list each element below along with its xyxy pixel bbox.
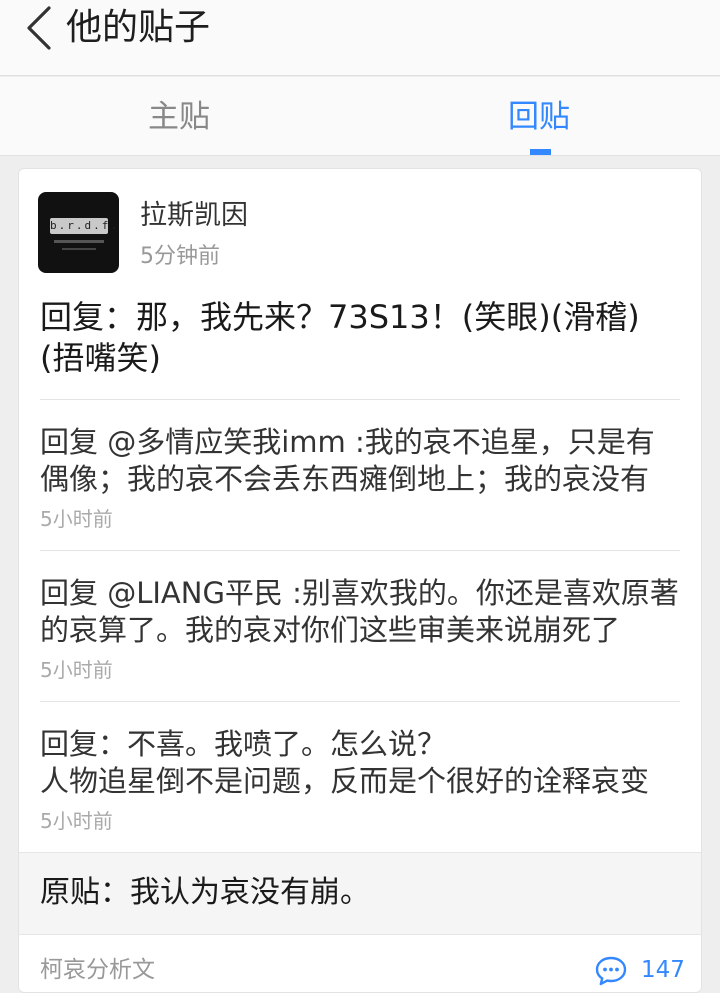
sub-reply-item[interactable]: 回复：不喜。我喷了。怎么说？ 人物追星倒不是问题，反而是个很好的诠释哀变 5小时… [40,726,680,834]
reply-content[interactable]: 回复：那，我先来？73S13！(笑眼)(滑稽)(捂嘴笑) [40,297,680,379]
avatar-decoration [54,240,104,243]
page-title: 他的贴子 [66,7,211,48]
username[interactable]: 拉斯凯因 [140,199,248,233]
sub-reply-text: 回复：不喜。我喷了。怎么说？ 人物追星倒不是问题，反而是个很好的诠释哀变 [40,727,650,798]
post-time: 5分钟前 [140,244,220,269]
sub-reply-time: 5小时前 [40,658,113,682]
original-post-link[interactable]: 原贴：我认为哀没有崩。 [19,852,701,935]
comment-bubble-icon[interactable] [594,955,628,987]
sub-reply-item[interactable]: 回复 @多情应笑我imm :我的哀不追星，只是有偶像；我的哀不会丢东西瘫倒地上；… [40,424,680,532]
avatar[interactable]: b.r.d.f. [38,192,119,273]
tab-main-posts[interactable]: 主贴 [148,97,210,137]
sub-reply-text: 回复 @LIANG平民 :别喜欢我的。你还是喜欢原著的哀算了。我的哀对你们这些审… [40,576,679,647]
forum-name[interactable]: 柯哀分析文 [40,955,155,985]
active-tab-indicator [530,149,551,155]
reply-card[interactable]: b.r.d.f. 拉斯凯因 5分钟前 回复：那，我先来？73S13！(笑眼)(滑… [18,168,702,993]
comment-count: 147 [641,957,685,983]
avatar-decoration [62,248,96,250]
sub-reply-item[interactable]: 回复 @LIANG平民 :别喜欢我的。你还是喜欢原著的哀算了。我的哀对你们这些审… [40,575,680,683]
divider [40,550,680,551]
sub-reply-text: 回复 @多情应笑我imm :我的哀不追星，只是有偶像；我的哀不会丢东西瘫倒地上；… [40,425,655,496]
avatar-logo-band: b.r.d.f. [50,218,119,234]
sub-reply-time: 5小时前 [40,809,113,833]
divider [40,399,680,400]
original-post-text: 原贴：我认为哀没有崩。 [40,875,370,910]
divider [40,701,680,702]
tab-bar: 主贴 回贴 [0,77,720,156]
back-button[interactable] [18,6,62,50]
top-bar: 他的贴子 [0,0,720,76]
sub-reply-time: 5小时前 [40,507,113,531]
tab-replies[interactable]: 回贴 [508,97,570,137]
chevron-left-icon [27,6,51,50]
